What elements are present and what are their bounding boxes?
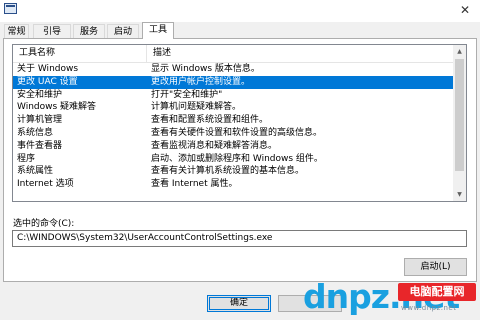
- tab-tools[interactable]: 工具: [142, 22, 174, 39]
- tool-name: 系统信息: [17, 127, 54, 138]
- list-item[interactable]: 程序 启动、添加或删除程序和 Windows 组件。: [13, 153, 454, 166]
- column-header-description[interactable]: 描述: [147, 45, 454, 62]
- tool-name: 关于 Windows: [17, 64, 79, 74]
- scroll-down-icon[interactable]: ▼: [453, 188, 466, 201]
- close-button[interactable]: ✕: [454, 1, 476, 19]
- tab-strip: 常规 引导 服务 启动 工具: [0, 22, 480, 39]
- tab-general[interactable]: 常规: [4, 24, 29, 38]
- watermark-url: www.dnpz.net: [401, 304, 457, 312]
- tool-name: 计算机管理: [17, 115, 63, 126]
- tool-name: Internet 选项: [17, 179, 74, 190]
- tab-boot[interactable]: 引导: [33, 24, 71, 38]
- tab-services[interactable]: 服务: [73, 24, 105, 38]
- tool-description: 计算机问题疑难解答。: [151, 102, 242, 113]
- scroll-up-icon[interactable]: ▲: [453, 45, 466, 58]
- scroll-thumb[interactable]: [455, 59, 464, 171]
- tool-description: 查看有关计算机系统设置的基本信息。: [151, 166, 305, 177]
- tool-description: 显示 Windows 版本信息。: [151, 64, 260, 74]
- watermark-badge: 电脑配置网: [398, 283, 476, 301]
- tool-description: 查看和配置系统设置和组件。: [151, 115, 269, 126]
- selected-command-label: 选中的命令(C):: [13, 219, 75, 229]
- tool-description: 打开"安全和维护": [151, 89, 223, 100]
- list-item[interactable]: 关于 Windows 显示 Windows 版本信息。: [13, 63, 454, 76]
- list-header: 工具名称 描述: [13, 45, 454, 63]
- list-item[interactable]: 系统信息 查看有关硬件设置和软件设置的高级信息。: [13, 127, 454, 140]
- launch-button[interactable]: 启动(L): [404, 258, 467, 276]
- watermark-logo: dnpz.net 电脑配置网 www.dnpz.net: [303, 277, 480, 320]
- tool-description: 启动、添加或删除程序和 Windows 组件。: [151, 153, 323, 164]
- list-item[interactable]: 计算机管理 查看和配置系统设置和组件。: [13, 114, 454, 127]
- tab-startup[interactable]: 启动: [107, 24, 139, 38]
- tool-name: 事件查看器: [17, 140, 63, 151]
- tool-name: 更改 UAC 设置: [17, 76, 78, 87]
- selected-command-field[interactable]: C:\WINDOWS\System32\UserAccountControlSe…: [12, 230, 467, 247]
- tool-description: 更改用户帐户控制设置。: [151, 76, 251, 87]
- title-bar: ✕: [0, 0, 480, 22]
- list-item[interactable]: 系统属性 查看有关计算机系统设置的基本信息。: [13, 165, 454, 178]
- tool-description: 查看 Internet 属性。: [151, 179, 238, 190]
- list-rows: 关于 Windows 显示 Windows 版本信息。 更改 UAC 设置 更改…: [13, 63, 454, 191]
- list-item[interactable]: Windows 疑难解答 计算机问题疑难解答。: [13, 101, 454, 114]
- tool-name: 安全和维护: [17, 89, 63, 100]
- tool-description: 查看有关硬件设置和软件设置的高级信息。: [151, 127, 323, 138]
- vertical-scrollbar[interactable]: ▲ ▼: [453, 45, 466, 201]
- tools-list[interactable]: 工具名称 描述 关于 Windows 显示 Windows 版本信息。 更改 U…: [12, 44, 467, 202]
- tool-name: 系统属性: [17, 166, 54, 177]
- list-item[interactable]: 事件查看器 查看监视消息和疑难解答消息。: [13, 140, 454, 153]
- list-item[interactable]: Internet 选项 查看 Internet 属性。: [13, 178, 454, 191]
- ok-button[interactable]: 确定: [207, 295, 271, 312]
- list-item[interactable]: 安全和维护 打开"安全和维护": [13, 89, 454, 102]
- column-header-tool-name[interactable]: 工具名称: [13, 45, 147, 62]
- tool-name: 程序: [17, 153, 36, 164]
- list-item-selected[interactable]: 更改 UAC 设置 更改用户帐户控制设置。: [13, 75, 454, 89]
- tool-description: 查看监视消息和疑难解答消息。: [151, 140, 278, 151]
- tool-name: Windows 疑难解答: [17, 102, 97, 113]
- system-config-icon: [4, 3, 17, 14]
